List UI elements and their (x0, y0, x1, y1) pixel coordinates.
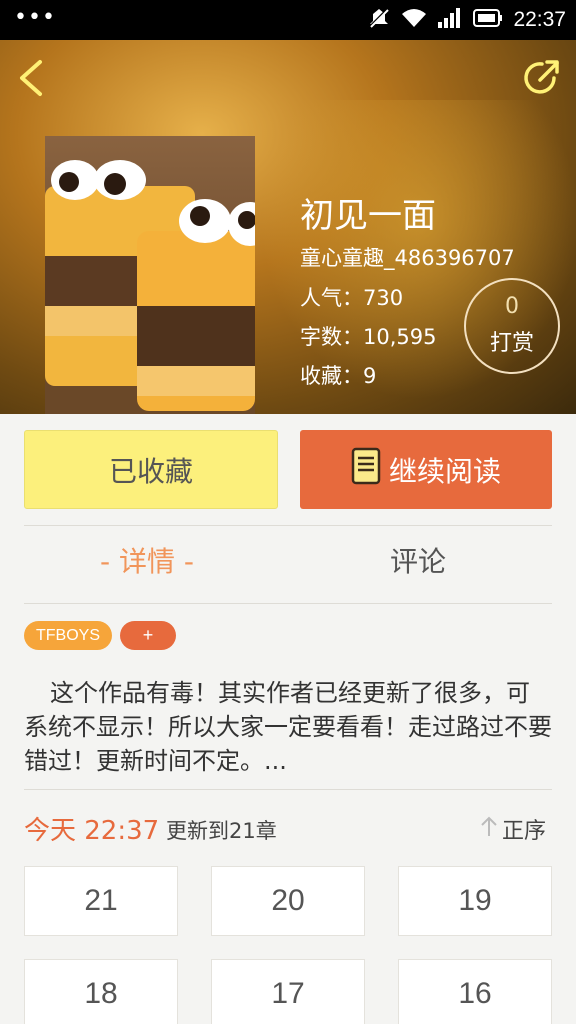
continue-reading-button[interactable]: 继续阅读 (300, 430, 552, 509)
share-button[interactable] (520, 56, 564, 100)
mute-icon (367, 6, 391, 34)
divider (24, 789, 552, 790)
add-tag-button[interactable]: + (120, 621, 176, 650)
chapter-button[interactable]: 17 (211, 959, 365, 1024)
signal-icon (437, 7, 463, 33)
tip-count: 0 (505, 294, 519, 319)
chapter-button[interactable]: 21 (24, 866, 178, 936)
tag-tfboys[interactable]: TFBOYS (24, 621, 112, 650)
sort-order-label: 正序 (502, 819, 547, 844)
favorites-stat: 收藏：9 (300, 364, 377, 388)
word-count-stat: 字数：10,595 (300, 325, 437, 349)
back-button[interactable] (12, 56, 52, 100)
sort-order-button[interactable]: 正序 (480, 813, 546, 845)
book-author[interactable]: 童心童趣_486396707 (300, 242, 515, 272)
book-header: 初见一面 童心童趣_486396707 人气：730 字数：10,595 收藏：… (0, 40, 576, 414)
status-icons: 22:37 (367, 0, 566, 40)
update-text: 更新到21章 (166, 819, 277, 843)
tip-button[interactable]: 0 打赏 (464, 278, 560, 374)
tip-label: 打赏 (489, 331, 534, 356)
chapter-button[interactable]: 18 (24, 959, 178, 1024)
book-title: 初见一面 (300, 196, 436, 236)
update-time: 今天 22:37 (24, 816, 160, 846)
status-time: 22:37 (513, 8, 566, 31)
book-cover[interactable] (45, 136, 255, 414)
continue-reading-label: 继续阅读 (388, 454, 501, 488)
divider (24, 603, 552, 604)
tab-comments[interactable]: 评论 (390, 540, 446, 580)
up-arrow-icon (480, 815, 498, 843)
status-dots: ••• (14, 5, 56, 30)
wifi-icon (401, 7, 427, 33)
book-icon (351, 447, 381, 492)
chapter-button[interactable]: 20 (211, 866, 365, 936)
collected-button[interactable]: 已收藏 (24, 430, 278, 509)
cover-image (45, 136, 255, 414)
divider (24, 525, 552, 526)
chapter-button[interactable]: 19 (398, 866, 552, 936)
chapter-button[interactable]: 16 (398, 959, 552, 1024)
status-bar: ••• 22:37 (0, 0, 576, 40)
battery-icon (473, 8, 503, 32)
book-intro[interactable]: 这个作品有毒！其实作者已经更新了很多，可系统不显示！所以大家一定要看看！走过路过… (24, 676, 552, 778)
popularity-stat: 人气：730 (300, 286, 404, 310)
collected-label: 已收藏 (108, 454, 193, 488)
back-icon (12, 60, 52, 104)
share-icon (520, 60, 564, 104)
tab-details[interactable]: - 详情 - (100, 540, 194, 580)
